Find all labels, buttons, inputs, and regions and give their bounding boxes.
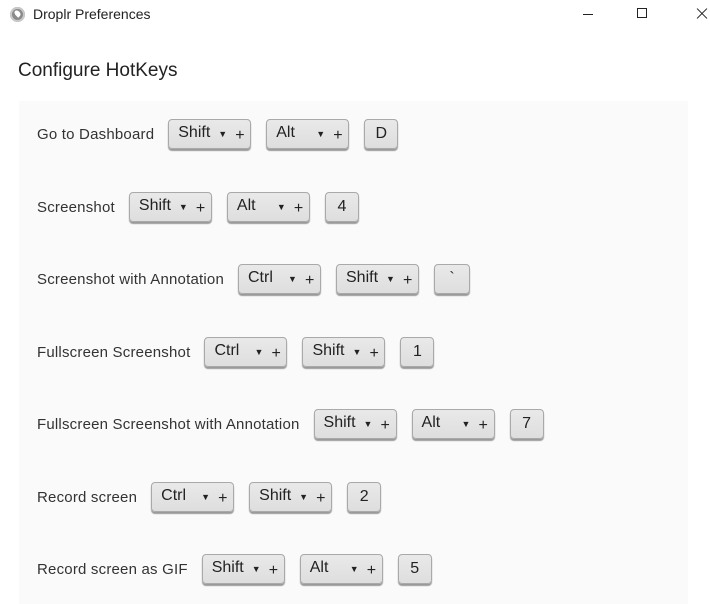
key-input[interactable]: ` bbox=[434, 264, 470, 294]
modifier-2-value: Alt bbox=[236, 197, 256, 214]
modifier-1-select[interactable]: Shift ▼ + bbox=[128, 192, 212, 222]
maximize-button[interactable] bbox=[620, 0, 666, 30]
modifier-2-select[interactable]: Shift ▼ + bbox=[249, 482, 333, 512]
modifier-1-value: Ctrl bbox=[248, 269, 273, 286]
dropdown-arrow-icon: ▼ bbox=[316, 129, 326, 139]
hotkey-label: Record screen bbox=[37, 488, 138, 506]
modifier-2-select[interactable]: Alt ▼ + bbox=[411, 409, 495, 439]
hotkey-row-dashboard: Go to Dashboard Shift ▼ + Alt ▼ + D bbox=[37, 117, 399, 151]
dropdown-arrow-icon: ▼ bbox=[349, 564, 359, 574]
hotkey-row-screenshot-annotation: Screenshot with Annotation Ctrl ▼ + Shif… bbox=[37, 262, 470, 296]
close-button[interactable] bbox=[675, 0, 710, 30]
hotkey-row-screenshot: Screenshot Shift ▼ + Alt ▼ + 4 bbox=[37, 190, 359, 224]
modifier-2-value: Alt bbox=[309, 559, 329, 576]
plus-icon: + bbox=[305, 272, 315, 289]
hotkey-label: Screenshot bbox=[37, 198, 115, 216]
plus-icon: + bbox=[293, 200, 304, 217]
modifier-2-select[interactable]: Shift ▼ + bbox=[336, 264, 419, 294]
key-input[interactable]: 2 bbox=[347, 482, 382, 512]
modifier-1-value: Ctrl bbox=[161, 487, 187, 504]
hotkey-row-fullscreen-annotation: Fullscreen Screenshot with Annotation Sh… bbox=[37, 407, 544, 441]
hotkey-row-fullscreen: Fullscreen Screenshot Ctrl ▼ + Shift ▼ +… bbox=[37, 335, 435, 369]
hotkey-label: Record screen as GIF bbox=[37, 560, 188, 578]
dropdown-arrow-icon: ▼ bbox=[218, 129, 228, 139]
plus-icon: + bbox=[478, 417, 488, 434]
dropdown-arrow-icon: ▼ bbox=[386, 274, 395, 284]
dropdown-arrow-icon: ▼ bbox=[201, 492, 211, 502]
dropdown-arrow-icon: ▼ bbox=[276, 202, 286, 212]
dropdown-arrow-icon: ▼ bbox=[461, 419, 471, 429]
key-input[interactable]: D bbox=[364, 119, 399, 149]
dropdown-arrow-icon: ▼ bbox=[299, 492, 309, 502]
plus-icon: + bbox=[218, 490, 228, 507]
modifier-2-select[interactable]: Alt ▼ + bbox=[226, 192, 310, 222]
plus-icon: + bbox=[366, 562, 377, 579]
hotkey-label: Screenshot with Annotation bbox=[37, 270, 224, 288]
key-input[interactable]: 5 bbox=[397, 554, 432, 584]
modifier-1-select[interactable]: Ctrl ▼ + bbox=[151, 482, 235, 512]
hotkey-label: Go to Dashboard bbox=[37, 125, 155, 143]
dropdown-arrow-icon: ▼ bbox=[352, 347, 362, 357]
modifier-2-select[interactable]: Shift ▼ + bbox=[302, 337, 386, 367]
modifier-1-value: Shift bbox=[138, 197, 171, 214]
window-title: Droplr Preferences bbox=[33, 6, 151, 22]
modifier-1-value: Shift bbox=[323, 414, 356, 431]
modifier-1-select[interactable]: Ctrl ▼ + bbox=[204, 337, 288, 367]
modifier-2-value: Shift bbox=[346, 269, 379, 286]
key-input[interactable]: 4 bbox=[324, 192, 359, 222]
plus-icon: + bbox=[195, 200, 206, 217]
droplr-logo-icon bbox=[10, 7, 25, 22]
dropdown-arrow-icon: ▼ bbox=[363, 419, 373, 429]
hotkey-label: Fullscreen Screenshot bbox=[37, 343, 191, 361]
plus-icon: + bbox=[403, 272, 413, 289]
modifier-2-value: Alt bbox=[276, 124, 295, 141]
modifier-1-select[interactable]: Shift ▼ + bbox=[201, 554, 285, 584]
plus-icon: + bbox=[333, 127, 343, 144]
plus-icon: + bbox=[268, 562, 279, 579]
hotkey-label: Fullscreen Screenshot with Annotation bbox=[37, 415, 300, 433]
modifier-1-value: Shift bbox=[211, 559, 244, 576]
dropdown-arrow-icon: ▼ bbox=[254, 347, 264, 357]
modifier-1-select[interactable]: Shift ▼ + bbox=[168, 119, 252, 149]
dropdown-arrow-icon: ▼ bbox=[178, 202, 188, 212]
modifier-2-value: Alt bbox=[421, 414, 441, 431]
dropdown-arrow-icon: ▼ bbox=[251, 564, 261, 574]
modifier-1-value: Shift bbox=[178, 124, 211, 141]
hotkey-row-record-screen: Record screen Ctrl ▼ + Shift ▼ + 2 bbox=[37, 480, 382, 514]
key-input[interactable]: 1 bbox=[400, 337, 435, 367]
hotkey-row-record-gif: Record screen as GIF Shift ▼ + Alt ▼ + 5 bbox=[37, 552, 432, 586]
dropdown-arrow-icon: ▼ bbox=[288, 274, 297, 284]
modifier-2-select[interactable]: Alt ▼ + bbox=[266, 119, 350, 149]
key-input[interactable]: 7 bbox=[509, 409, 544, 439]
page-title: Configure HotKeys bbox=[18, 60, 178, 81]
title-bar: Droplr Preferences bbox=[0, 0, 710, 30]
modifier-2-select[interactable]: Alt ▼ + bbox=[299, 554, 383, 584]
plus-icon: + bbox=[316, 490, 326, 507]
modifier-1-select[interactable]: Shift ▼ + bbox=[313, 409, 397, 439]
modifier-1-value: Ctrl bbox=[214, 342, 240, 359]
modifier-2-value: Shift bbox=[259, 487, 292, 504]
modifier-1-select[interactable]: Ctrl ▼ + bbox=[238, 264, 321, 294]
plus-icon: + bbox=[271, 345, 281, 362]
plus-icon: + bbox=[235, 127, 245, 144]
plus-icon: + bbox=[369, 345, 379, 362]
modifier-2-value: Shift bbox=[312, 342, 345, 359]
plus-icon: + bbox=[380, 417, 390, 434]
minimize-button[interactable] bbox=[566, 0, 612, 30]
